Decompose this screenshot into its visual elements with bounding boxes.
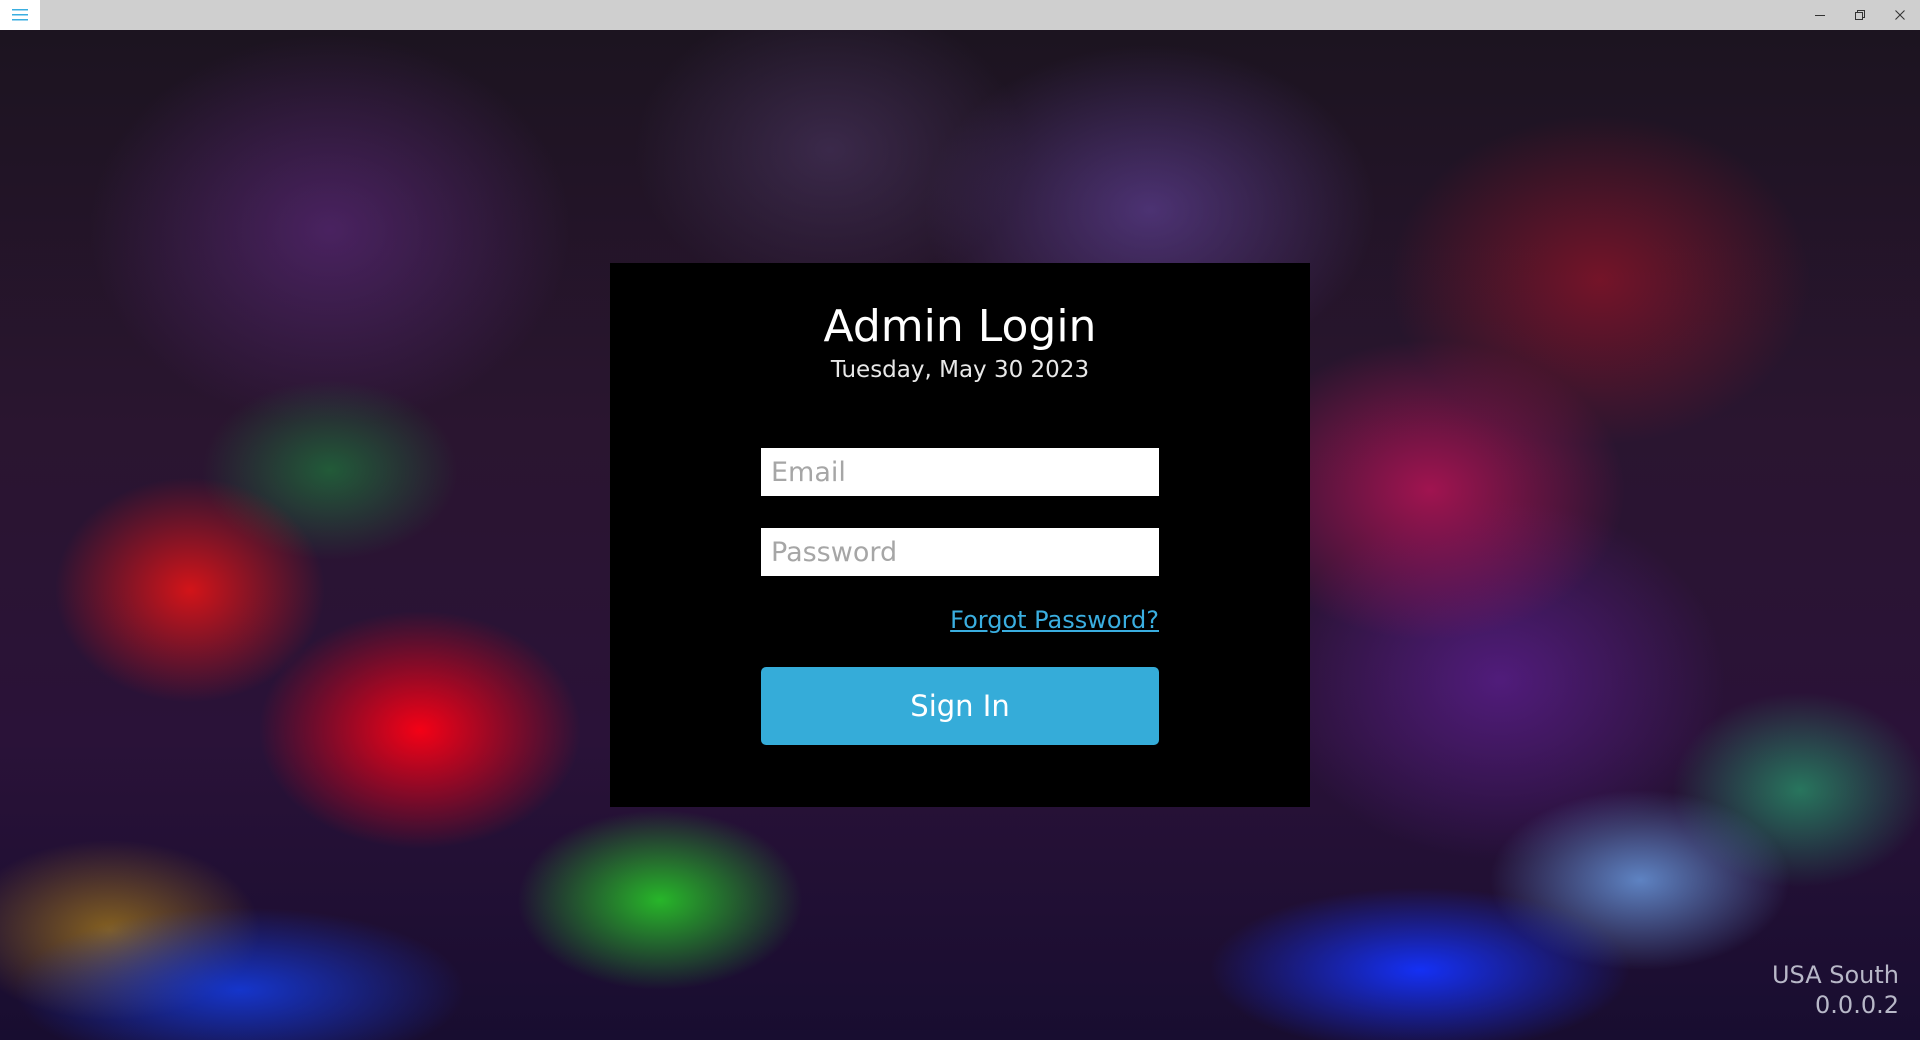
login-title: Admin Login xyxy=(823,301,1097,352)
version-label: 0.0.0.2 xyxy=(1815,991,1899,1019)
hamburger-menu-icon xyxy=(12,9,28,21)
sign-in-label: Sign In xyxy=(910,689,1010,723)
restore-button[interactable] xyxy=(1840,0,1880,30)
hamburger-menu-button[interactable] xyxy=(0,0,40,30)
title-bar xyxy=(0,0,1920,30)
window-controls xyxy=(1800,0,1920,30)
minimize-button[interactable] xyxy=(1800,0,1840,30)
login-panel: Admin Login Tuesday, May 30 2023 Forgot … xyxy=(610,263,1310,807)
restore-icon xyxy=(1855,10,1865,20)
minimize-icon xyxy=(1815,15,1825,16)
password-field[interactable] xyxy=(761,528,1159,576)
close-icon xyxy=(1895,10,1905,20)
footer-info: USA South 0.0.0.2 xyxy=(1772,960,1899,1020)
email-field[interactable] xyxy=(761,448,1159,496)
current-date: Tuesday, May 30 2023 xyxy=(830,357,1090,383)
region-label: USA South xyxy=(1771,961,1899,989)
close-button[interactable] xyxy=(1880,0,1920,30)
forgot-password-link[interactable]: Forgot Password? xyxy=(950,605,1159,635)
sign-in-button[interactable]: Sign In xyxy=(761,667,1159,745)
